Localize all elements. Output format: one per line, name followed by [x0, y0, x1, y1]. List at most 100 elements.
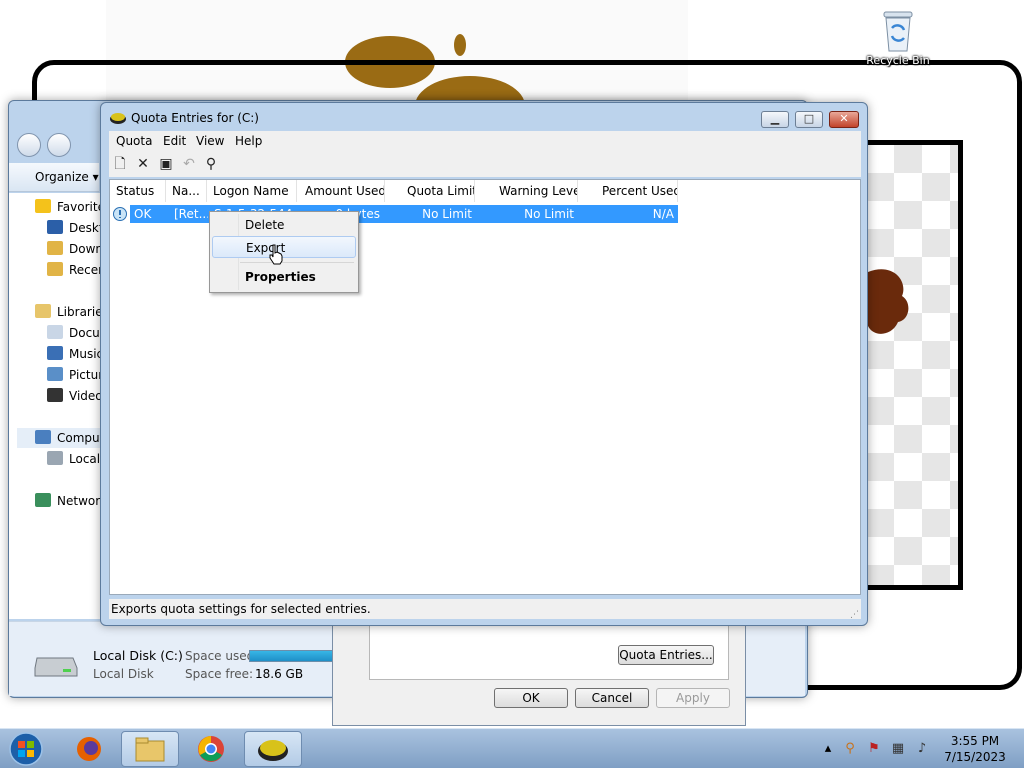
drive-type: Local Disk — [93, 667, 154, 681]
nav-back-forward[interactable] — [17, 133, 71, 160]
computer-icon — [35, 430, 51, 444]
hand-cursor-icon — [269, 244, 283, 265]
menu-quota[interactable]: Quota — [116, 131, 152, 151]
quota-app-icon — [110, 113, 126, 124]
space-used-label: Space used: — [185, 649, 259, 663]
start-button[interactable] — [4, 730, 48, 768]
nav-local-disk[interactable]: Local I — [47, 449, 107, 469]
nav-recent[interactable]: Recen — [47, 260, 106, 280]
search-tray-icon[interactable]: ⚲ — [842, 741, 858, 757]
menu-view[interactable]: View — [196, 131, 224, 151]
context-menu[interactable]: Delete Export Properties — [209, 211, 359, 293]
maximize-button[interactable]: □ — [795, 111, 823, 128]
organize-label: Organize — [35, 170, 89, 184]
chrome-icon — [198, 736, 224, 762]
find-icon[interactable]: ⚲ — [201, 154, 221, 174]
firefox-icon — [77, 737, 101, 761]
cancel-button[interactable]: Cancel — [575, 688, 649, 708]
videos-icon — [47, 388, 63, 402]
recycle-bin-label: Recycle Bin — [866, 54, 930, 67]
quota-app-icon — [258, 740, 288, 761]
recent-places-icon — [47, 262, 63, 276]
column-header-status[interactable]: Status — [110, 180, 166, 202]
menu-edit[interactable]: Edit — [163, 131, 186, 151]
column-header-percent-used[interactable]: Percent Used — [578, 180, 678, 202]
taskbar-explorer[interactable] — [121, 731, 179, 767]
resize-grip-icon[interactable]: ⋰ — [850, 605, 859, 625]
cell-warning-level: No Limit — [524, 207, 574, 221]
window-title: Quota Entries for (C:) — [131, 111, 259, 125]
libraries-icon — [35, 304, 51, 318]
taskbar-quota-entries[interactable] — [244, 731, 302, 767]
chevron-down-icon: ▾ — [92, 170, 99, 184]
system-clock[interactable]: 3:55 PM 7/15/2023 — [940, 733, 1010, 765]
nav-network[interactable]: Network — [35, 491, 107, 511]
nav-music[interactable]: Music — [47, 344, 103, 364]
space-free-value: 18.6 GB — [255, 667, 304, 681]
nav-label: Comput — [57, 431, 105, 445]
menu-help[interactable]: Help — [235, 131, 262, 151]
forward-icon[interactable] — [46, 133, 71, 157]
downloads-icon — [47, 241, 63, 255]
back-icon[interactable] — [17, 133, 41, 157]
nav-documents[interactable]: Docur — [47, 323, 105, 343]
apply-button: Apply — [656, 688, 730, 708]
wallpaper-splash-shape — [868, 269, 909, 334]
close-button[interactable]: ✕ — [829, 111, 859, 128]
quota-entries-button[interactable]: Quota Entries... — [618, 645, 714, 665]
list-header: Status Na... Logon Name Amount Used Quot… — [110, 180, 678, 202]
show-hidden-icons-arrow[interactable]: ▴ — [820, 741, 836, 757]
action-center-icon[interactable]: ⚑ — [866, 741, 882, 757]
context-menu-export[interactable]: Export — [212, 236, 356, 258]
navigation-pane: Favorite Deskto Downl Recen Libraries Do… — [9, 193, 111, 619]
network-icon — [35, 493, 51, 507]
column-header-quota-limit[interactable]: Quota Limit — [385, 180, 475, 202]
column-header-amount-used[interactable]: Amount Used — [297, 180, 385, 202]
table-row[interactable]: OK [Ret... S-1-5-32-544 0 bytes No Limit… — [112, 205, 678, 223]
hard-drive-icon — [34, 657, 78, 677]
nav-favorites[interactable]: Favorite — [35, 197, 105, 217]
clock-date: 7/15/2023 — [944, 750, 1006, 764]
column-header-name[interactable]: Na... — [166, 180, 207, 202]
context-menu-delete[interactable]: Delete — [212, 214, 356, 236]
taskbar-chrome[interactable] — [182, 731, 240, 767]
nav-libraries[interactable]: Libraries — [35, 302, 109, 322]
nav-downloads[interactable]: Downl — [47, 239, 106, 259]
folder-icon — [135, 737, 165, 762]
nav-computer[interactable]: Comput — [17, 428, 105, 448]
cell-status: OK — [134, 207, 152, 221]
recycle-bin-shortcut[interactable]: Recycle Bin — [862, 6, 934, 67]
context-menu-properties[interactable]: Properties — [212, 266, 356, 288]
cell-quota-limit: No Limit — [422, 207, 472, 221]
local-disk-icon — [47, 451, 63, 465]
explorer-command-bar: Organize ▾ — [9, 163, 99, 192]
organize-button[interactable]: Organize ▾ — [35, 170, 99, 184]
space-used-bar — [249, 650, 337, 662]
delete-icon[interactable]: ✕ — [133, 154, 153, 174]
column-header-logon-name[interactable]: Logon Name — [207, 180, 297, 202]
new-entry-icon[interactable]: 🗋 — [110, 154, 130, 174]
volume-muted-icon[interactable]: ♪ — [914, 741, 930, 757]
minimize-icon: ▁ — [770, 112, 780, 125]
status-ok-icon — [113, 207, 127, 221]
status-text: Exports quota settings for selected entr… — [111, 602, 371, 616]
quota-entries-window[interactable]: Quota Entries for (C:) ▁ □ ✕ Quota Edit … — [100, 102, 868, 626]
cell-percent-used: N/A — [652, 207, 674, 221]
nav-label: Favorite — [57, 200, 105, 214]
cell-name: [Ret... — [174, 207, 208, 221]
drive-name: Local Disk (C:) — [93, 648, 183, 663]
taskbar: ▴ ⚲ ⚑ ▦ ♪ 3:55 PM 7/15/2023 — [0, 728, 1024, 768]
properties-icon[interactable]: ▣ — [156, 154, 176, 174]
ok-button[interactable]: OK — [494, 688, 568, 708]
taskbar-firefox[interactable] — [60, 731, 118, 767]
toolbar: 🗋 ✕ ▣ ↶ ⚲ — [109, 151, 861, 177]
title-bar[interactable]: Quota Entries for (C:) ▁ □ ✕ — [101, 103, 867, 131]
pictures-icon — [47, 367, 63, 381]
menu-bar: Quota Edit View Help — [109, 131, 861, 151]
network-tray-icon[interactable]: ▦ — [890, 741, 906, 757]
music-icon — [47, 346, 63, 360]
column-header-warning-level[interactable]: Warning Level — [475, 180, 578, 202]
space-free-label: Space free: — [185, 667, 254, 681]
maximize-icon: □ — [803, 112, 815, 125]
minimize-button[interactable]: ▁ — [761, 111, 789, 128]
